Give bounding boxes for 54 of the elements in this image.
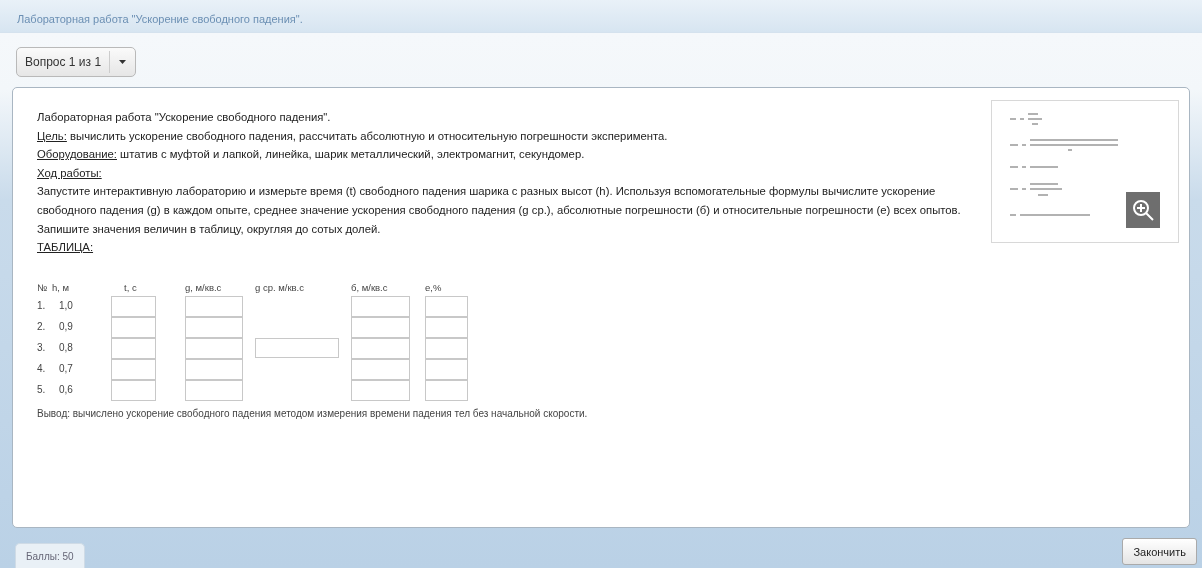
answer-field[interactable] [185, 379, 243, 401]
section-text: вычислить ускорение свободного падения, рассчитать абсолютную и относительную погрешности эксперимента. [69, 129, 668, 142]
zoom-button[interactable] [1126, 192, 1160, 228]
answer-field[interactable] [185, 337, 243, 359]
answer-field[interactable] [111, 358, 156, 380]
caret-icon [119, 60, 127, 64]
section-label: Цель: [37, 129, 67, 142]
section-label: Оборудование: [37, 148, 117, 161]
score-label: Баллы: 50 [15, 543, 85, 568]
answer-field[interactable] [111, 295, 156, 317]
column-header: t, c [124, 280, 137, 295]
height-value: 1,0 [59, 298, 74, 313]
question-dropdown[interactable]: Вопрос 1 из 1 [16, 47, 137, 77]
answer-field[interactable] [185, 316, 243, 338]
answer-field[interactable] [111, 379, 156, 401]
row-number: 2. [37, 319, 47, 334]
answer-field[interactable] [111, 316, 156, 338]
column-header: б, м/кв.с [351, 280, 389, 295]
answer-field[interactable] [185, 358, 243, 380]
answer-field[interactable] [351, 295, 410, 317]
column-header: g ср. м/кв.с [255, 280, 305, 295]
answer-field[interactable] [351, 316, 410, 338]
answer-field[interactable] [351, 358, 410, 380]
row-number: 1. [37, 298, 47, 313]
row-number: 5. [37, 382, 47, 397]
section-heading: Ход работы: [37, 166, 102, 179]
row-number: 3. [37, 340, 47, 355]
column-header: h, м [52, 280, 71, 295]
height-value: 0,6 [59, 382, 74, 397]
answer-field[interactable] [425, 379, 468, 401]
height-value: 0,8 [59, 340, 74, 355]
answer-field[interactable] [185, 295, 243, 317]
answer-field[interactable] [111, 337, 156, 359]
column-header: № [37, 280, 49, 295]
answer-field[interactable] [425, 295, 468, 317]
section-heading: ТАБЛИЦА: [37, 241, 94, 254]
answer-field[interactable] [425, 358, 468, 380]
magnifier-plus-icon [1131, 198, 1155, 222]
instructions-text: Запустите интерактивную лабораторию и измерьте время (t) свободного падения шарика с разных высот (h). Используя вспомогательные формулы вычислите ускорение свободного падения (g) в каждом опыте, среднее значение ускорения свободного падения (g ср.), абсолютные погрешности (б) и относительные погрешности (е) всех опытов. Запишите значения величин в таблицу, округляя до сотых долей. [37, 185, 961, 235]
conclusion-text: Вывод: вычислено ускорение свободного падения методом измерения времени падения тел без начальной скорости. [37, 406, 589, 421]
answer-field[interactable] [351, 337, 410, 359]
answer-field[interactable] [425, 316, 468, 338]
height-value: 0,7 [59, 361, 74, 376]
row-number: 4. [37, 361, 47, 376]
finish-button[interactable]: Закончить [1122, 538, 1197, 565]
column-header: е,% [425, 280, 443, 295]
column-header: g, м/кв.с [185, 280, 223, 295]
answer-field[interactable] [351, 379, 410, 401]
answer-field[interactable] [255, 338, 339, 359]
height-value: 0,9 [59, 319, 74, 334]
task-title: Лабораторная работа "Ускорение свободного падения". [37, 110, 332, 125]
section-text: штатив с муфтой и лапкой, линейка, шарик металлический, электромагнит, секундомер. [119, 148, 585, 161]
answer-field[interactable] [425, 337, 468, 359]
page-title: Лабораторная работа "Ускорение свободного падения". [17, 13, 303, 25]
